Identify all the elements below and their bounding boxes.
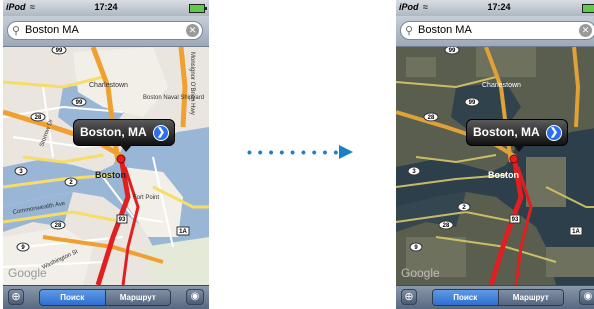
battery-icon [189,4,207,13]
route-shield: 99 [469,100,476,106]
route-shield: 28 [35,115,42,121]
route-shield: 93 [512,217,519,223]
map-screen-satellite: iPod ≈ 17:24 ⚲ Boston MA ✕ Charlestown B… [396,0,594,309]
route-shield: 99 [449,48,456,54]
search-tab[interactable]: Поиск [40,290,105,305]
map-label: Charlestown [482,82,521,89]
route-shield: 99 [56,48,63,54]
dotted-line: • • • • • • • • • [247,144,340,160]
search-bar: ⚲ Boston MA ✕ [396,16,594,47]
disclosure-arrow-icon[interactable]: ❯ [153,125,169,141]
eye-icon[interactable]: ◉ [186,289,204,305]
map-label: Boston [488,170,519,180]
map-label: Fort Point [133,195,159,201]
magnifier-icon: ⚲ [405,25,414,37]
search-input[interactable]: ⚲ Boston MA ✕ [400,21,594,40]
route-shield: 1A [179,229,187,235]
callout-title: Boston, MA [473,125,540,139]
location-callout[interactable]: Boston, MA ❯ [73,119,175,152]
search-query: Boston MA [418,24,472,36]
location-pin[interactable] [116,154,126,164]
map-view[interactable]: Charlestown Boston Naval Shipyard Boston… [3,47,209,285]
route-shield: 28 [428,115,435,121]
eye-icon[interactable]: ◉ [579,289,594,305]
magnifier-icon: ⚲ [12,25,21,37]
route-shield: 1A [572,229,580,235]
google-logo: Google [401,266,440,280]
status-bar: iPod ≈ 17:24 [3,0,209,16]
clear-icon[interactable]: ✕ [579,24,592,37]
clear-icon[interactable]: ✕ [186,24,199,37]
status-time: 17:24 [487,2,511,12]
map-label: Monsignor O'Brien Hwy [189,52,195,115]
callout-pointer [120,145,132,152]
map-label: Boston [95,170,126,180]
map-view[interactable]: Charlestown Boston Google 99 99 28 3 2 2… [396,47,594,285]
callout-pointer [513,145,525,152]
search-input[interactable]: ⚲ Boston MA ✕ [7,21,203,40]
location-pin[interactable] [509,154,519,164]
disclosure-arrow-icon[interactable]: ❯ [546,125,562,141]
route-tab[interactable]: Маршрут [104,290,170,305]
crosshair-icon[interactable]: ⊕ [401,289,417,305]
status-time: 17:24 [94,2,118,12]
search-tab[interactable]: Поиск [433,290,498,305]
street-map: Charlestown Boston Naval Shipyard Boston… [3,47,209,285]
route-shield: 28 [443,223,450,229]
battery-icon [582,4,594,13]
route-tab[interactable]: Маршрут [497,290,563,305]
bottom-toolbar: ⊕ Поиск Маршрут ◉ [396,285,594,309]
satellite-map: Charlestown Boston Google 99 99 28 3 2 2… [396,47,594,285]
search-query: Boston MA [25,24,79,36]
status-bar: iPod ≈ 17:24 [396,0,594,16]
google-logo: Google [8,266,47,280]
route-shield: 28 [55,223,62,229]
crosshair-icon[interactable]: ⊕ [8,289,24,305]
arrow-head-icon [339,145,353,159]
location-callout[interactable]: Boston, MA ❯ [466,119,568,152]
bottom-toolbar: ⊕ Поиск Маршрут ◉ [3,285,209,309]
transition-arrow: • • • • • • • • • [247,142,357,162]
route-shield: 99 [76,100,83,106]
segmented-control: Поиск Маршрут [432,289,564,306]
callout-title: Boston, MA [80,125,147,139]
map-screen-standard: iPod ≈ 17:24 ⚲ Boston MA ✕ Charlestown B… [3,0,209,309]
map-label: Charlestown [89,82,128,89]
search-bar: ⚲ Boston MA ✕ [3,16,209,47]
route-shield: 93 [119,217,126,223]
segmented-control: Поиск Маршрут [39,289,171,306]
